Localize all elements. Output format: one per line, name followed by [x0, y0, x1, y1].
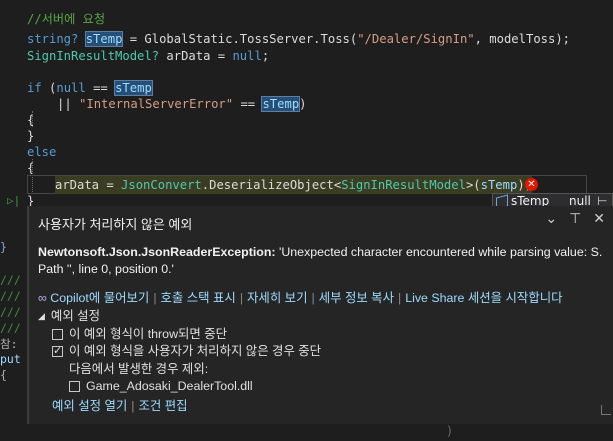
- open-exception-settings-link[interactable]: 예외 설정 열기: [52, 399, 127, 413]
- code-editor[interactable]: } /// /// /// /// 참: put { ▷| //서버에 요청 s…: [0, 0, 613, 441]
- code-text: arData =: [55, 178, 122, 192]
- copilot-icon: ∞: [38, 291, 47, 305]
- chevron-down-icon[interactable]: ◢: [38, 308, 45, 326]
- option-label: 이 예외 형식을 사용자가 처리하지 않은 경우 중단: [69, 344, 322, 358]
- doc-comment-1: ///: [0, 273, 21, 287]
- action-links: ∞ Copilot에 물어보기 | 호출 스택 표시 | 자세히 보기 | 세부 정보 복사…: [38, 288, 563, 306]
- code-text: arData =: [159, 49, 233, 63]
- code-line-deserialize: arData = JsonConvert.DeserializeObject<S…: [55, 176, 532, 194]
- keyword: if: [27, 81, 42, 95]
- separator: |: [239, 291, 244, 305]
- code-text: (: [41, 81, 57, 95]
- checkbox[interactable]: [52, 328, 63, 340]
- view-details-link[interactable]: 자세히 보기: [247, 291, 307, 305]
- except-from-label: 다음에서 발생한 경우 제외:: [69, 361, 209, 376]
- resize-grip-icon[interactable]: [601, 405, 611, 415]
- code-text: ;: [261, 49, 270, 63]
- ask-copilot-link[interactable]: Copilot에 물어보기: [50, 291, 149, 305]
- gutter-label-3: {: [0, 368, 7, 382]
- chevron-down-icon[interactable]: ⌄: [545, 210, 557, 227]
- gutter-label-2: put: [0, 352, 21, 366]
- string-literal: "InternalServerError": [79, 97, 234, 111]
- show-call-stack-link[interactable]: 호출 스택 표시: [161, 291, 236, 305]
- code-comment: //서버에 요청: [27, 12, 106, 26]
- doc-comment-4: ///: [0, 321, 21, 335]
- exception-helper-popup: 사용자가 처리하지 않은 예외 ⌄ ⊤ ✕ Newtonsoft.Json.Js…: [27, 206, 613, 424]
- gutter-brace: }: [0, 240, 7, 254]
- doc-comment-3: ///: [0, 305, 21, 319]
- gutter-run-to-cursor[interactable]: ▷|: [7, 194, 20, 207]
- type-name: SignInResultModel: [341, 178, 466, 192]
- settings-header-label: 예외 설정: [50, 309, 100, 323]
- stemp-var: sTemp: [480, 178, 518, 192]
- option-throw[interactable]: 이 예외 형식이 throw되면 중단: [38, 326, 321, 344]
- code-text: = GlobalStatic.TossServer.Toss(: [122, 32, 358, 46]
- exception-type: Newtonsoft.Json.JsonReaderException:: [38, 245, 276, 259]
- doc-comment-2: ///: [0, 289, 21, 303]
- code-line-or: || "InternalServerError" == sTemp): [57, 95, 307, 113]
- keyword: null: [56, 81, 86, 95]
- exception-settings: ◢ 예외 설정 이 예외 형식이 throw되면 중단 이 예외 형식을 사용자가…: [38, 308, 321, 396]
- code-text: ==: [233, 97, 263, 111]
- code-text: ): [299, 97, 307, 111]
- code-text: >(: [465, 178, 481, 192]
- edit-conditions-link[interactable]: 조건 편집: [139, 399, 188, 413]
- code-text: ==: [85, 81, 116, 95]
- option-unhandled[interactable]: 이 예외 형식을 사용자가 처리하지 않은 경우 중단: [38, 343, 321, 361]
- live-share-link[interactable]: Live Share 세션을 시작합니다: [405, 291, 562, 305]
- checkbox[interactable]: [69, 381, 80, 393]
- separator: |: [311, 291, 315, 305]
- popup-controls: ⌄ ⊤ ✕: [545, 210, 605, 227]
- pin-icon[interactable]: ⊤: [569, 210, 581, 227]
- error-icon[interactable]: ✕: [525, 178, 538, 191]
- option-label: Game_Adosaki_DealerTool.dll: [86, 379, 253, 393]
- type-name: SignInResultModel?: [27, 49, 160, 63]
- separator: |: [153, 291, 157, 305]
- gutter-label-1: 참:: [0, 337, 18, 351]
- copy-details-link[interactable]: 세부 정보 복사: [319, 291, 394, 305]
- code-text: , modelToss);: [474, 32, 571, 46]
- indent-guide: [32, 111, 33, 127]
- option-dll[interactable]: Game_Adosaki_DealerTool.dll: [38, 378, 321, 396]
- option-label: 이 예외 형식이 throw되면 중단: [69, 326, 228, 341]
- popup-title: 사용자가 처리하지 않은 예외: [38, 217, 193, 232]
- code-text: .DeserializeObject<: [201, 178, 342, 192]
- keyword: string?: [27, 32, 79, 46]
- stemp-var: sTemp: [84, 31, 124, 47]
- code-text: ||: [57, 97, 80, 111]
- stemp-var: sTemp: [261, 96, 301, 112]
- code-bottom-fragment: ): [27, 424, 461, 438]
- checkbox[interactable]: [52, 343, 63, 361]
- settings-header[interactable]: ◢ 예외 설정: [38, 308, 321, 326]
- type-name: JsonConvert: [121, 178, 202, 192]
- code-line-stemp-decl: string? sTemp = GlobalStatic.TossServer.…: [27, 30, 570, 48]
- exception-message: Newtonsoft.Json.JsonReaderException: 'Un…: [38, 244, 608, 278]
- close-icon[interactable]: ✕: [593, 210, 605, 227]
- separator: |: [397, 291, 402, 305]
- footer-links: 예외 설정 열기 | 조건 편집: [52, 396, 188, 414]
- stemp-var: sTemp: [114, 80, 153, 96]
- keyword: null: [232, 49, 262, 63]
- string-literal: "/Dealer/SignIn": [357, 32, 475, 46]
- code-line-ardata-decl: SignInResultModel? arData = null;: [27, 47, 269, 65]
- separator: |: [131, 399, 135, 413]
